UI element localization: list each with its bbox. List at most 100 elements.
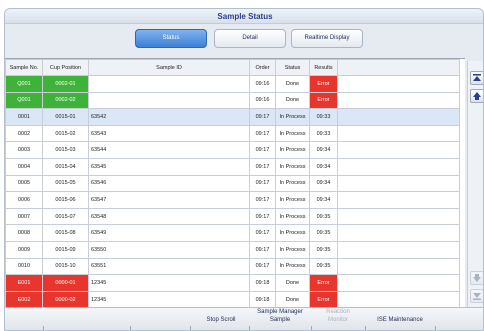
vertical-scrollbar[interactable]: [467, 61, 483, 307]
results-cell: 09:35: [309, 257, 338, 276]
status-cell: In Process: [275, 191, 310, 209]
cup-position-cell: 0002-01: [42, 75, 89, 93]
sample-manager-label: Sample Manager: [257, 309, 303, 315]
sample-no-cell: 0002: [5, 124, 43, 143]
toolbar-divider: [249, 326, 250, 330]
sample-no-cell: 0001: [5, 108, 43, 126]
sample-manager-sample-button[interactable]: Sample: [249, 317, 311, 324]
order-cell: 09:17: [249, 174, 276, 193]
sample-no-cell: 0004: [5, 157, 43, 176]
results-cell: 09:34: [309, 191, 338, 209]
row-spacer: [337, 124, 460, 143]
table-row[interactable]: 0003 0015-03 63544 09:17 In Process 09:34: [5, 141, 460, 159]
order-cell: 09:17: [249, 207, 276, 226]
table-row[interactable]: 0004 0015-04 63545 09:17 In Process 09:34: [5, 157, 460, 176]
row-spacer: [337, 141, 460, 159]
cup-position-cell: 0015-08: [42, 224, 89, 242]
double-up-arrow-icon: [473, 74, 481, 81]
double-down-arrow-icon: [473, 293, 481, 300]
row-spacer: [337, 224, 460, 242]
sample-id-cell: 63550: [88, 240, 250, 259]
cup-position-cell: 0015-05: [42, 174, 89, 193]
up-arrow-icon: [473, 92, 481, 100]
cup-position-cell: 0015-03: [42, 141, 89, 159]
toolbar-divider: [190, 326, 191, 330]
header-status[interactable]: Status: [275, 59, 310, 76]
stop-scroll-button[interactable]: Stop Scroll: [191, 317, 251, 324]
status-cell: Done: [275, 75, 310, 93]
cup-position-cell: 0002-02: [42, 91, 89, 110]
table-row[interactable]: 0002 0015-02 63543 09:17 In Process 09:33: [5, 124, 460, 143]
order-cell: 09:16: [249, 91, 276, 110]
table-row[interactable]: 0006 0015-06 63547 09:17 In Process 09:34: [5, 191, 460, 209]
row-spacer: [337, 290, 460, 309]
table-row[interactable]: Q001 0002-02 09:16 Done Error: [5, 91, 460, 110]
row-spacer: [337, 257, 460, 276]
tab-detail[interactable]: Detail: [214, 29, 286, 48]
table-row[interactable]: Q001 0002-01 09:16 Done Error: [5, 75, 460, 93]
toolbar-divider: [130, 326, 131, 330]
table-row[interactable]: 0007 0015-07 63548 09:17 In Process 09:35: [5, 207, 460, 226]
scroll-top-button[interactable]: [470, 71, 483, 85]
order-cell: 09:17: [249, 191, 276, 209]
toolbar-divider: [365, 326, 366, 330]
sample-id-cell: 12345: [88, 290, 250, 309]
sample-table: Sample No. Cup Position Sample ID Order …: [5, 59, 460, 325]
reaction-monitor-button[interactable]: Monitor: [311, 317, 365, 324]
cup-position-cell: 0000-02: [42, 290, 89, 309]
order-cell: 09:18: [249, 274, 276, 292]
results-cell: Error: [309, 274, 338, 292]
cup-position-cell: 0015-10: [42, 257, 89, 276]
header-sample-no[interactable]: Sample No.: [5, 59, 43, 76]
window-title: Sample Status: [5, 9, 483, 24]
ise-maintenance-button[interactable]: ISE Maintenance: [365, 317, 435, 324]
toolbar-divider: [311, 326, 312, 330]
sample-no-cell: 0007: [5, 207, 43, 226]
scroll-bottom-button[interactable]: [470, 289, 483, 303]
sample-no-cell: 0005: [5, 174, 43, 193]
table-row[interactable]: 0008 0015-08 63549 09:17 In Process 09:35: [5, 224, 460, 242]
table-row[interactable]: 0010 0015-10 63551 09:17 In Process 09:35: [5, 257, 460, 276]
row-spacer: [337, 157, 460, 176]
cup-position-cell: 0015-01: [42, 108, 89, 126]
tab-status[interactable]: Status: [135, 29, 207, 48]
tab-bar: Status Detail Realtime Display: [5, 29, 483, 49]
sample-id-cell: 12345: [88, 274, 250, 292]
status-cell: Done: [275, 274, 310, 292]
sample-id-cell: [88, 75, 250, 93]
order-cell: 09:17: [249, 224, 276, 242]
cup-position-cell: 0015-02: [42, 124, 89, 143]
results-cell: 09:35: [309, 240, 338, 259]
tab-realtime-display[interactable]: Realtime Display: [291, 29, 363, 48]
sample-id-cell: 63543: [88, 124, 250, 143]
status-cell: In Process: [275, 207, 310, 226]
order-cell: 09:17: [249, 141, 276, 159]
cup-position-cell: 0000-01: [42, 274, 89, 292]
table-row[interactable]: E002 0000-02 12345 09:18 Done Error: [5, 290, 460, 309]
sample-id-cell: 63542: [88, 108, 250, 126]
order-cell: 09:18: [249, 290, 276, 309]
table-row[interactable]: 0005 0015-05 63546 09:17 In Process 09:34: [5, 174, 460, 193]
table-row[interactable]: E001 0000-01 12345 09:18 Done Error: [5, 274, 460, 292]
table-row[interactable]: 0009 0015-09 63550 09:17 In Process 09:35: [5, 240, 460, 259]
results-cell: Error: [309, 290, 338, 309]
status-cell: In Process: [275, 124, 310, 143]
scroll-up-button[interactable]: [470, 89, 483, 103]
header-order[interactable]: Order: [249, 59, 276, 76]
status-cell: In Process: [275, 240, 310, 259]
results-cell: 09:34: [309, 174, 338, 193]
results-cell: 09:34: [309, 141, 338, 159]
header-cup-position[interactable]: Cup Position: [42, 59, 89, 76]
header-results[interactable]: Results: [309, 59, 338, 76]
order-cell: 09:17: [249, 240, 276, 259]
scroll-down-button[interactable]: [470, 271, 483, 285]
table-row[interactable]: 0001 0015-01 63542 09:17 In Process 09:33: [5, 108, 460, 126]
reaction-monitor-label: Reaction: [326, 309, 350, 315]
results-cell: 09:35: [309, 224, 338, 242]
cup-position-cell: 0015-07: [42, 207, 89, 226]
results-cell: 09:35: [309, 207, 338, 226]
cup-position-cell: 0015-06: [42, 191, 89, 209]
header-sample-id[interactable]: Sample ID: [88, 59, 250, 76]
status-cell: In Process: [275, 174, 310, 193]
toolbar-divider: [43, 326, 44, 330]
